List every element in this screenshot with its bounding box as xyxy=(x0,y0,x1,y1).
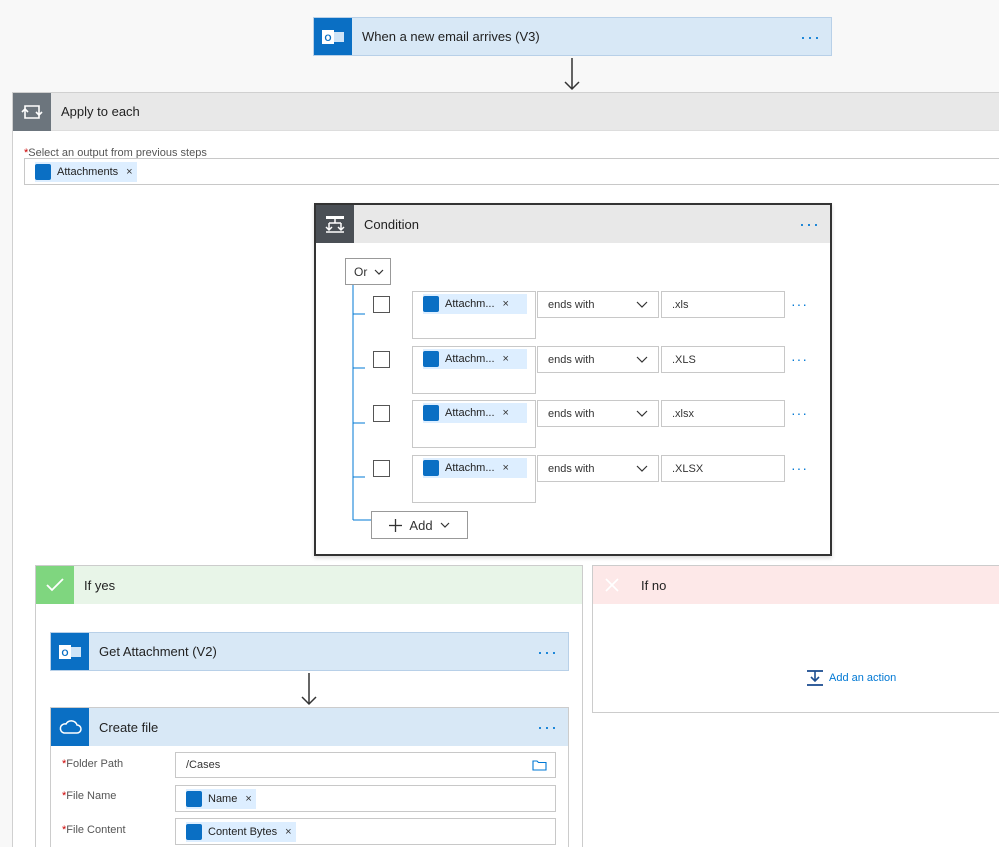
row-checkbox[interactable] xyxy=(373,405,390,422)
remove-token-icon[interactable]: × xyxy=(245,793,251,805)
apply-to-each-header[interactable]: Apply to each xyxy=(13,92,999,131)
svg-text:O: O xyxy=(324,33,331,43)
if-no-title: If no xyxy=(641,577,667,593)
outlook-icon xyxy=(186,823,202,840)
row-menu-icon[interactable]: ··· xyxy=(791,352,818,366)
condition-left-operand[interactable]: Attachm... × xyxy=(412,400,536,448)
condition-left-operand[interactable]: Attachm... × xyxy=(412,455,536,503)
remove-token-icon[interactable]: × xyxy=(503,353,509,365)
outlook-icon: O xyxy=(51,633,89,670)
chevron-down-icon xyxy=(636,410,648,417)
row-menu-icon[interactable]: ··· xyxy=(791,297,818,311)
if-no-branch: If no xyxy=(592,565,999,713)
row-checkbox[interactable] xyxy=(373,351,390,368)
condition-row: Attachm... × ends with .xls ··· xyxy=(373,291,813,339)
chevron-down-icon xyxy=(374,269,384,275)
onedrive-icon xyxy=(51,708,89,746)
add-action-icon xyxy=(807,670,823,686)
attachments-token[interactable]: Attachm... × xyxy=(423,349,527,369)
chevron-down-icon xyxy=(440,522,449,528)
remove-token-icon[interactable]: × xyxy=(503,298,509,310)
if-no-header[interactable]: If no xyxy=(593,566,999,604)
row-menu-icon[interactable]: ··· xyxy=(791,406,818,420)
name-token[interactable]: Name × xyxy=(186,788,256,809)
apply-to-each-title: Apply to each xyxy=(61,104,140,119)
create-file-title: Create file xyxy=(99,719,159,735)
condition-icon xyxy=(316,205,354,243)
close-icon xyxy=(593,566,631,604)
outlook-icon: O xyxy=(314,18,352,55)
add-condition-button[interactable]: Add xyxy=(371,511,468,539)
attachments-token[interactable]: Attachm... × xyxy=(423,458,527,478)
checkmark-icon xyxy=(36,566,74,604)
operator-select[interactable]: ends with xyxy=(537,455,659,482)
arrow-down-icon xyxy=(301,673,317,706)
create-file-header[interactable]: Create file ··· xyxy=(51,708,568,746)
outlook-icon xyxy=(186,790,202,807)
arrow-down-icon xyxy=(564,58,580,91)
outlook-icon xyxy=(423,405,439,421)
outlook-icon xyxy=(423,351,439,367)
condition-row: Attachm... × ends with .XLS ··· xyxy=(373,346,813,394)
condition-value-input[interactable]: .XLSX xyxy=(661,455,785,482)
chevron-down-icon xyxy=(636,356,648,363)
folder-icon[interactable] xyxy=(532,759,547,771)
chevron-down-icon xyxy=(636,465,648,472)
trigger-card[interactable]: O When a new email arrives (V3) ··· xyxy=(313,17,832,56)
row-menu-icon[interactable]: ··· xyxy=(791,461,818,475)
condition-left-operand[interactable]: Attachm... × xyxy=(412,346,536,394)
or-dropdown[interactable]: Or xyxy=(345,258,391,285)
row-checkbox[interactable] xyxy=(373,296,390,313)
attachments-token[interactable]: Attachm... × xyxy=(423,294,527,314)
remove-token-icon[interactable]: × xyxy=(285,826,291,838)
trigger-menu-icon[interactable]: ··· xyxy=(800,28,831,46)
folder-path-input[interactable]: /Cases xyxy=(175,752,556,778)
chevron-down-icon xyxy=(636,301,648,308)
condition-row: Attachm... × ends with .xlsx ··· xyxy=(373,400,813,448)
plus-icon xyxy=(389,518,403,532)
outlook-icon xyxy=(35,163,51,180)
condition-left-operand[interactable]: Attachm... × xyxy=(412,291,536,339)
content-bytes-token[interactable]: Content Bytes × xyxy=(186,821,296,842)
outlook-icon xyxy=(423,460,439,476)
condition-tree-lines xyxy=(352,285,371,521)
file-name-label: *File Name xyxy=(62,790,117,802)
loop-icon xyxy=(13,92,51,131)
condition-value-input[interactable]: .xlsx xyxy=(661,400,785,427)
create-file-menu-icon[interactable]: ··· xyxy=(537,718,568,736)
operator-select[interactable]: ends with xyxy=(537,291,659,318)
remove-token-icon[interactable]: × xyxy=(503,462,509,474)
condition-value-input[interactable]: .xls xyxy=(661,291,785,318)
trigger-title: When a new email arrives (V3) xyxy=(362,29,540,44)
file-name-input[interactable]: Name × xyxy=(175,785,556,812)
attachments-token[interactable]: Attachments × xyxy=(35,161,137,182)
outlook-icon xyxy=(423,296,439,312)
operator-select[interactable]: ends with xyxy=(537,346,659,373)
row-checkbox[interactable] xyxy=(373,460,390,477)
svg-text:O: O xyxy=(61,648,68,658)
remove-token-icon[interactable]: × xyxy=(503,407,509,419)
condition-header[interactable]: Condition ··· xyxy=(316,205,830,243)
attachments-token[interactable]: Attachm... × xyxy=(423,403,527,423)
if-yes-header[interactable]: If yes xyxy=(36,566,582,604)
get-attachment-menu-icon[interactable]: ··· xyxy=(537,643,568,661)
condition-row: Attachm... × ends with .XLSX ··· xyxy=(373,455,813,503)
file-content-label: *File Content xyxy=(62,824,126,836)
if-yes-title: If yes xyxy=(84,577,116,593)
condition-title: Condition xyxy=(364,216,419,232)
condition-menu-icon[interactable]: ··· xyxy=(799,215,830,233)
condition-value-input[interactable]: .XLS xyxy=(661,346,785,373)
get-attachment-card[interactable]: O Get Attachment (V2) ··· xyxy=(50,632,569,671)
file-content-input[interactable]: Content Bytes × xyxy=(175,818,556,845)
remove-token-icon[interactable]: × xyxy=(126,166,132,178)
add-an-action-button[interactable]: Add an action xyxy=(806,669,896,687)
operator-select[interactable]: ends with xyxy=(537,400,659,427)
get-attachment-title: Get Attachment (V2) xyxy=(99,644,217,659)
folder-path-label: *Folder Path xyxy=(62,758,124,770)
apply-output-input[interactable]: Attachments × xyxy=(24,158,999,185)
